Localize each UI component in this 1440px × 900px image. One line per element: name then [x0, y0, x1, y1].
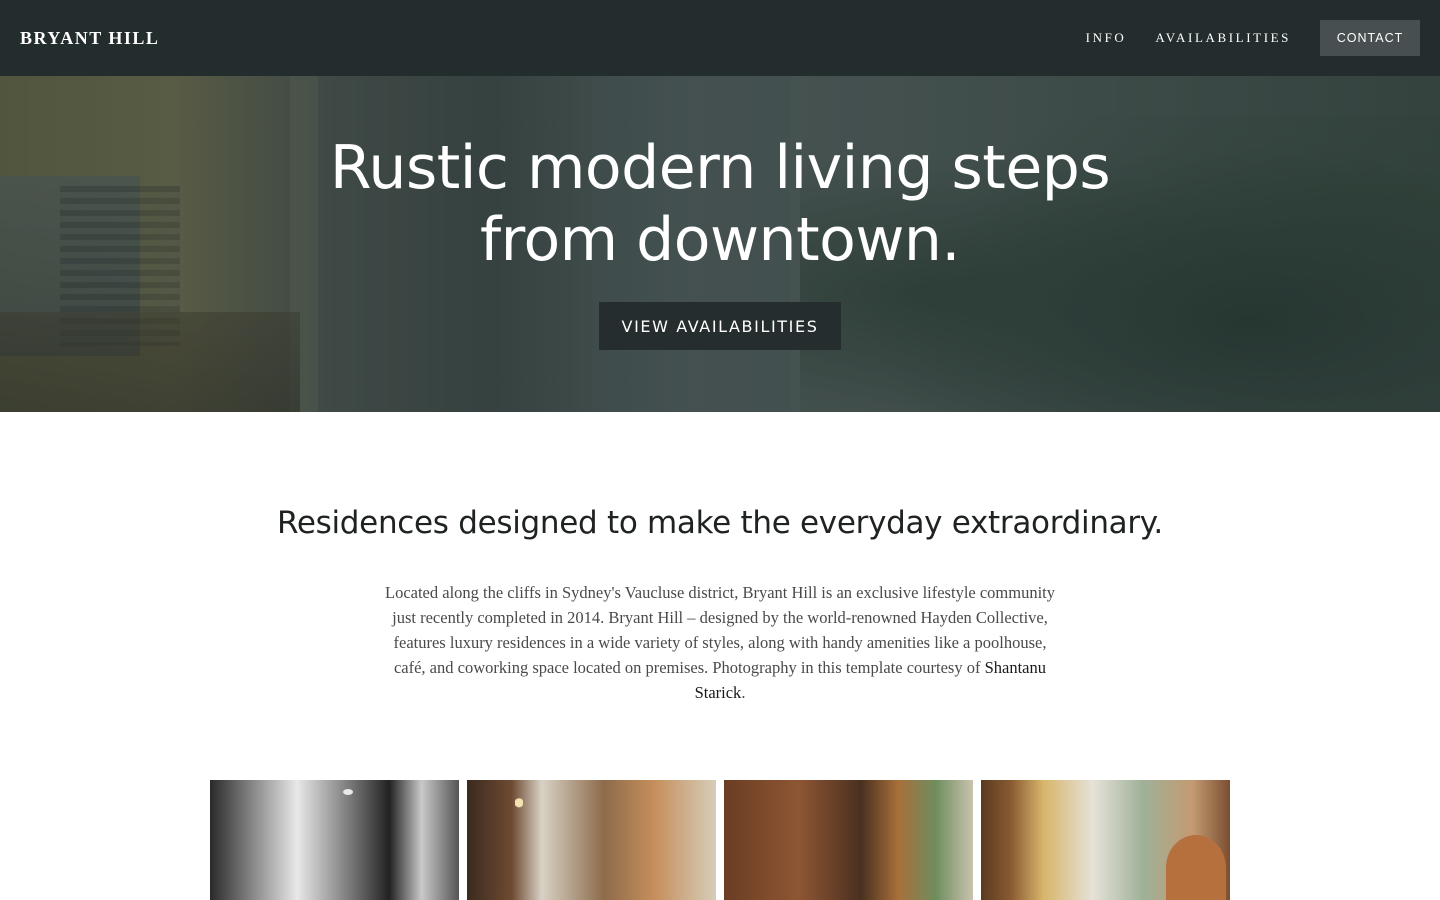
gallery-image-4[interactable]: [981, 780, 1230, 900]
gallery-image-1[interactable]: [210, 780, 459, 900]
site-header: BRYANT HILL INFO AVAILABILITIES CONTACT: [0, 0, 1440, 76]
copper-lamp-detail: [1166, 835, 1226, 900]
hero-title-line-2: from downtown.: [479, 205, 961, 275]
pendant-bulb-detail: [515, 782, 523, 808]
gallery-image-2[interactable]: [467, 780, 716, 900]
intro-heading: Residences designed to make the everyday…: [277, 505, 1163, 541]
main-nav: INFO AVAILABILITIES CONTACT: [1057, 20, 1420, 56]
view-availabilities-button[interactable]: VIEW AVAILABILITIES: [599, 302, 841, 350]
intro-body-text: Located along the cliffs in Sydney's Vau…: [384, 583, 1056, 677]
site-logo[interactable]: BRYANT HILL: [20, 28, 159, 49]
intro-trailing-text: .: [741, 683, 746, 702]
contact-button[interactable]: CONTACT: [1320, 20, 1420, 56]
nav-link-availabilities[interactable]: AVAILABILITIES: [1155, 30, 1291, 46]
hero-banner: Rustic modern living steps from downtown…: [0, 76, 1440, 412]
ceiling-light-detail: [343, 789, 353, 795]
hero-title: Rustic modern living steps from downtown…: [0, 132, 1440, 276]
intro-paragraph: Located along the cliffs in Sydney's Vau…: [380, 580, 1060, 705]
nav-link-info[interactable]: INFO: [1086, 30, 1127, 46]
gallery-image-3[interactable]: [724, 780, 973, 900]
hero-title-line-1: Rustic modern living steps: [329, 133, 1111, 203]
